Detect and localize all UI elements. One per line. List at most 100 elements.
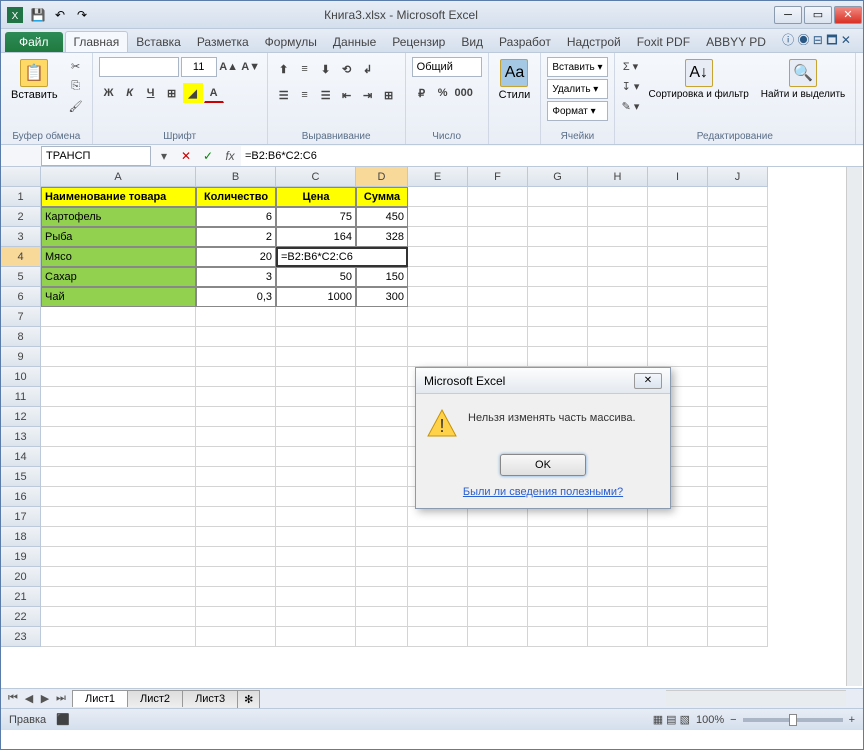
cell-J13[interactable] xyxy=(708,427,768,447)
shrink-font-icon[interactable]: A▼ xyxy=(241,57,261,77)
cell-A8[interactable] xyxy=(41,327,196,347)
cell-J9[interactable] xyxy=(708,347,768,367)
tab-view[interactable]: Вид xyxy=(453,32,491,52)
horizontal-scrollbar[interactable] xyxy=(666,690,846,706)
cell-H22[interactable] xyxy=(588,607,648,627)
fx-button[interactable]: fx xyxy=(219,146,241,166)
cell-G18[interactable] xyxy=(528,527,588,547)
align-mid[interactable]: ≡ xyxy=(295,59,315,79)
row-header-3[interactable]: 3 xyxy=(1,227,41,247)
cell-B6[interactable]: 0,3 xyxy=(196,287,276,307)
cell-C3[interactable]: 164 xyxy=(276,227,356,247)
col-header-F[interactable]: F xyxy=(468,167,528,187)
cell-C15[interactable] xyxy=(276,467,356,487)
copy-button[interactable]: ⎘ xyxy=(66,77,86,95)
cell-E22[interactable] xyxy=(408,607,468,627)
cell-F21[interactable] xyxy=(468,587,528,607)
cell-J18[interactable] xyxy=(708,527,768,547)
cell-D15[interactable] xyxy=(356,467,408,487)
cell-G20[interactable] xyxy=(528,567,588,587)
cell-F4[interactable] xyxy=(468,247,528,267)
cell-G2[interactable] xyxy=(528,207,588,227)
row-header-10[interactable]: 10 xyxy=(1,367,41,387)
formula-cancel-button[interactable]: ✕ xyxy=(175,146,197,166)
cell-G9[interactable] xyxy=(528,347,588,367)
cell-E2[interactable] xyxy=(408,207,468,227)
cell-B12[interactable] xyxy=(196,407,276,427)
cell-C23[interactable] xyxy=(276,627,356,647)
cell-F9[interactable] xyxy=(468,347,528,367)
cell-D13[interactable] xyxy=(356,427,408,447)
row-header-4[interactable]: 4 xyxy=(1,247,41,267)
row-header-9[interactable]: 9 xyxy=(1,347,41,367)
col-header-G[interactable]: G xyxy=(528,167,588,187)
new-sheet-button[interactable]: ✻ xyxy=(237,690,260,708)
cell-E17[interactable] xyxy=(408,507,468,527)
cell-H17[interactable] xyxy=(588,507,648,527)
formula-input[interactable] xyxy=(241,146,863,166)
clear-button[interactable]: ✎ ▾ xyxy=(621,97,641,115)
cell-J17[interactable] xyxy=(708,507,768,527)
cell-A1[interactable]: Наименование товара xyxy=(41,187,196,207)
insert-cells-button[interactable]: Вставить ▾ xyxy=(547,57,607,77)
cell-F5[interactable] xyxy=(468,267,528,287)
cell-H7[interactable] xyxy=(588,307,648,327)
cell-D21[interactable] xyxy=(356,587,408,607)
cell-A5[interactable]: Сахар xyxy=(41,267,196,287)
row-header-18[interactable]: 18 xyxy=(1,527,41,547)
cell-B13[interactable] xyxy=(196,427,276,447)
zoom-value[interactable]: 100% xyxy=(696,714,724,726)
vertical-scrollbar[interactable] xyxy=(846,167,862,686)
cell-A6[interactable]: Чай xyxy=(41,287,196,307)
cell-B22[interactable] xyxy=(196,607,276,627)
cell-A21[interactable] xyxy=(41,587,196,607)
cell-H21[interactable] xyxy=(588,587,648,607)
bold-button[interactable]: Ж xyxy=(99,83,119,103)
save-icon[interactable]: 💾 xyxy=(29,6,47,24)
cell-B5[interactable]: 3 xyxy=(196,267,276,287)
cell-G4[interactable] xyxy=(528,247,588,267)
dialog-ok-button[interactable]: OK xyxy=(500,454,586,476)
border-button[interactable]: ⊞ xyxy=(162,83,182,103)
cell-A7[interactable] xyxy=(41,307,196,327)
cell-J1[interactable] xyxy=(708,187,768,207)
cell-A20[interactable] xyxy=(41,567,196,587)
status-rec-icon[interactable]: ⬛ xyxy=(56,713,70,726)
row-header-16[interactable]: 16 xyxy=(1,487,41,507)
cell-A10[interactable] xyxy=(41,367,196,387)
sheet-nav-last[interactable]: ⏭ xyxy=(53,692,69,705)
align-bot[interactable]: ⬇ xyxy=(316,59,336,79)
close-button[interactable]: ✕ xyxy=(834,6,862,24)
cell-E19[interactable] xyxy=(408,547,468,567)
comma-button[interactable]: 000 xyxy=(454,83,474,103)
cell-B14[interactable] xyxy=(196,447,276,467)
cell-F8[interactable] xyxy=(468,327,528,347)
cell-I19[interactable] xyxy=(648,547,708,567)
cell-G6[interactable] xyxy=(528,287,588,307)
cell-J4[interactable] xyxy=(708,247,768,267)
cell-G5[interactable] xyxy=(528,267,588,287)
cell-J3[interactable] xyxy=(708,227,768,247)
cell-I5[interactable] xyxy=(648,267,708,287)
cell-B21[interactable] xyxy=(196,587,276,607)
cell-F18[interactable] xyxy=(468,527,528,547)
namebox-dropdown-icon[interactable]: ▾ xyxy=(153,146,175,166)
cell-C4[interactable]: =B2:B6*C2:C6 xyxy=(276,247,408,267)
cell-A12[interactable] xyxy=(41,407,196,427)
cell-F1[interactable] xyxy=(468,187,528,207)
cell-B20[interactable] xyxy=(196,567,276,587)
cell-D8[interactable] xyxy=(356,327,408,347)
number-format-select[interactable]: Общий xyxy=(412,57,482,77)
minimize-button[interactable]: ─ xyxy=(774,6,802,24)
cell-J12[interactable] xyxy=(708,407,768,427)
cell-D17[interactable] xyxy=(356,507,408,527)
cell-B10[interactable] xyxy=(196,367,276,387)
cell-H20[interactable] xyxy=(588,567,648,587)
tab-layout[interactable]: Разметка xyxy=(189,32,257,52)
tab-developer[interactable]: Разработ xyxy=(491,32,559,52)
row-header-11[interactable]: 11 xyxy=(1,387,41,407)
cell-C7[interactable] xyxy=(276,307,356,327)
ribbon-help-icons[interactable]: ⓘ ◉ ⊟ 🗖 ✕ xyxy=(782,31,863,52)
sheet-nav-prev[interactable]: ◀ xyxy=(21,692,37,705)
underline-button[interactable]: Ч xyxy=(141,83,161,103)
